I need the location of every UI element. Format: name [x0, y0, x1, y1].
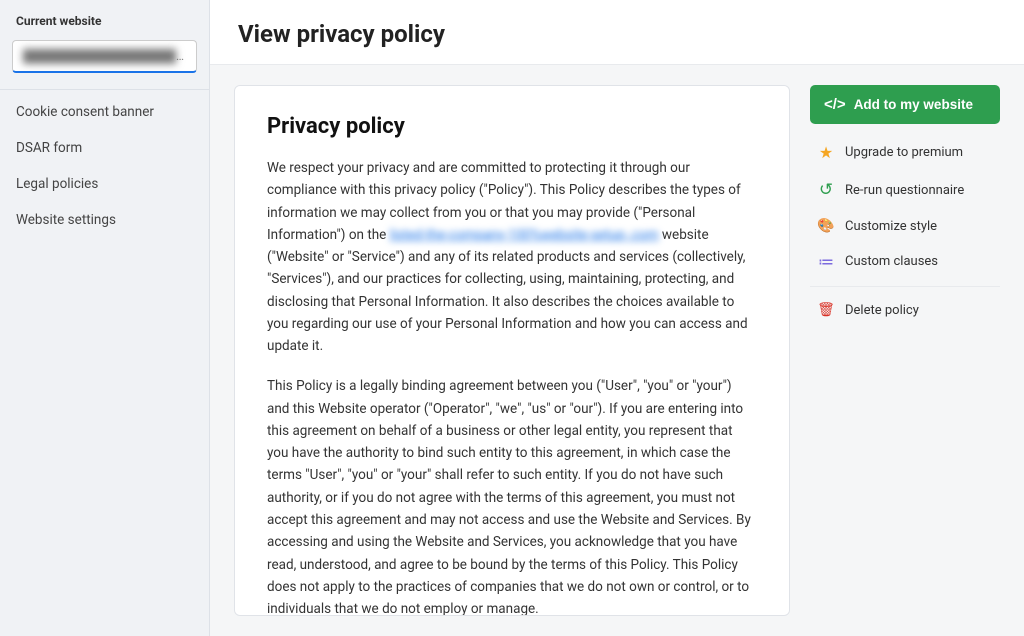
refresh-icon: ↺ [816, 180, 836, 200]
action-divider [810, 286, 1000, 287]
sidebar-section-header: Current website [0, 0, 209, 36]
main-header: View privacy policy [210, 0, 1024, 65]
upgrade-label: Upgrade to premium [845, 145, 963, 160]
sidebar-divider [0, 89, 209, 90]
sidebar-item-legal-policies[interactable]: Legal policies [0, 166, 209, 202]
content-area: Privacy policy We respect your privacy a… [210, 65, 1024, 636]
add-to-website-button[interactable]: </> Add to my website [810, 85, 1000, 124]
website-name: ████████████████████ [23, 49, 193, 63]
page-title: View privacy policy [238, 20, 996, 48]
code-icon: </> [824, 96, 846, 113]
trash-icon: 🗑 [816, 302, 836, 318]
rerun-label: Re-run questionnaire [845, 183, 964, 198]
star-icon: ★ [816, 143, 836, 162]
website-selector[interactable]: ████████████████████ [12, 40, 197, 73]
right-sidebar: </> Add to my website ★ Upgrade to premi… [810, 85, 1000, 616]
custom-clauses-item[interactable]: ≔ Custom clauses [810, 243, 1000, 280]
policy-title: Privacy policy [267, 114, 757, 139]
add-to-website-label: Add to my website [854, 97, 973, 112]
sidebar-item-dsar-form[interactable]: DSAR form [0, 130, 209, 166]
policy-paragraph-2: This Policy is a legally binding agreeme… [267, 375, 757, 616]
sidebar-item-cookie-consent[interactable]: Cookie consent banner [0, 94, 209, 130]
customize-style-item[interactable]: 🎨 Customize style [810, 209, 1000, 243]
delete-policy-label: Delete policy [845, 303, 919, 318]
policy-card: Privacy policy We respect your privacy a… [234, 85, 790, 616]
policy-text-1b: website ("Website" or "Service") and any… [267, 227, 748, 354]
sidebar: Current website ████████████████████ Coo… [0, 0, 210, 636]
customize-label: Customize style [845, 219, 937, 234]
policy-link[interactable]: listed-the-company-100%website-setup-.co… [390, 227, 659, 243]
main-content: View privacy policy Privacy policy We re… [210, 0, 1024, 636]
custom-clauses-label: Custom clauses [845, 254, 938, 269]
upgrade-to-premium-item[interactable]: ★ Upgrade to premium [810, 134, 1000, 171]
delete-policy-item[interactable]: 🗑 Delete policy [810, 293, 1000, 327]
rerun-questionnaire-item[interactable]: ↺ Re-run questionnaire [810, 171, 1000, 209]
paint-icon: 🎨 [816, 218, 836, 234]
list-icon: ≔ [816, 252, 836, 271]
sidebar-item-website-settings[interactable]: Website settings [0, 202, 209, 238]
policy-paragraph-1: We respect your privacy and are committe… [267, 157, 757, 357]
